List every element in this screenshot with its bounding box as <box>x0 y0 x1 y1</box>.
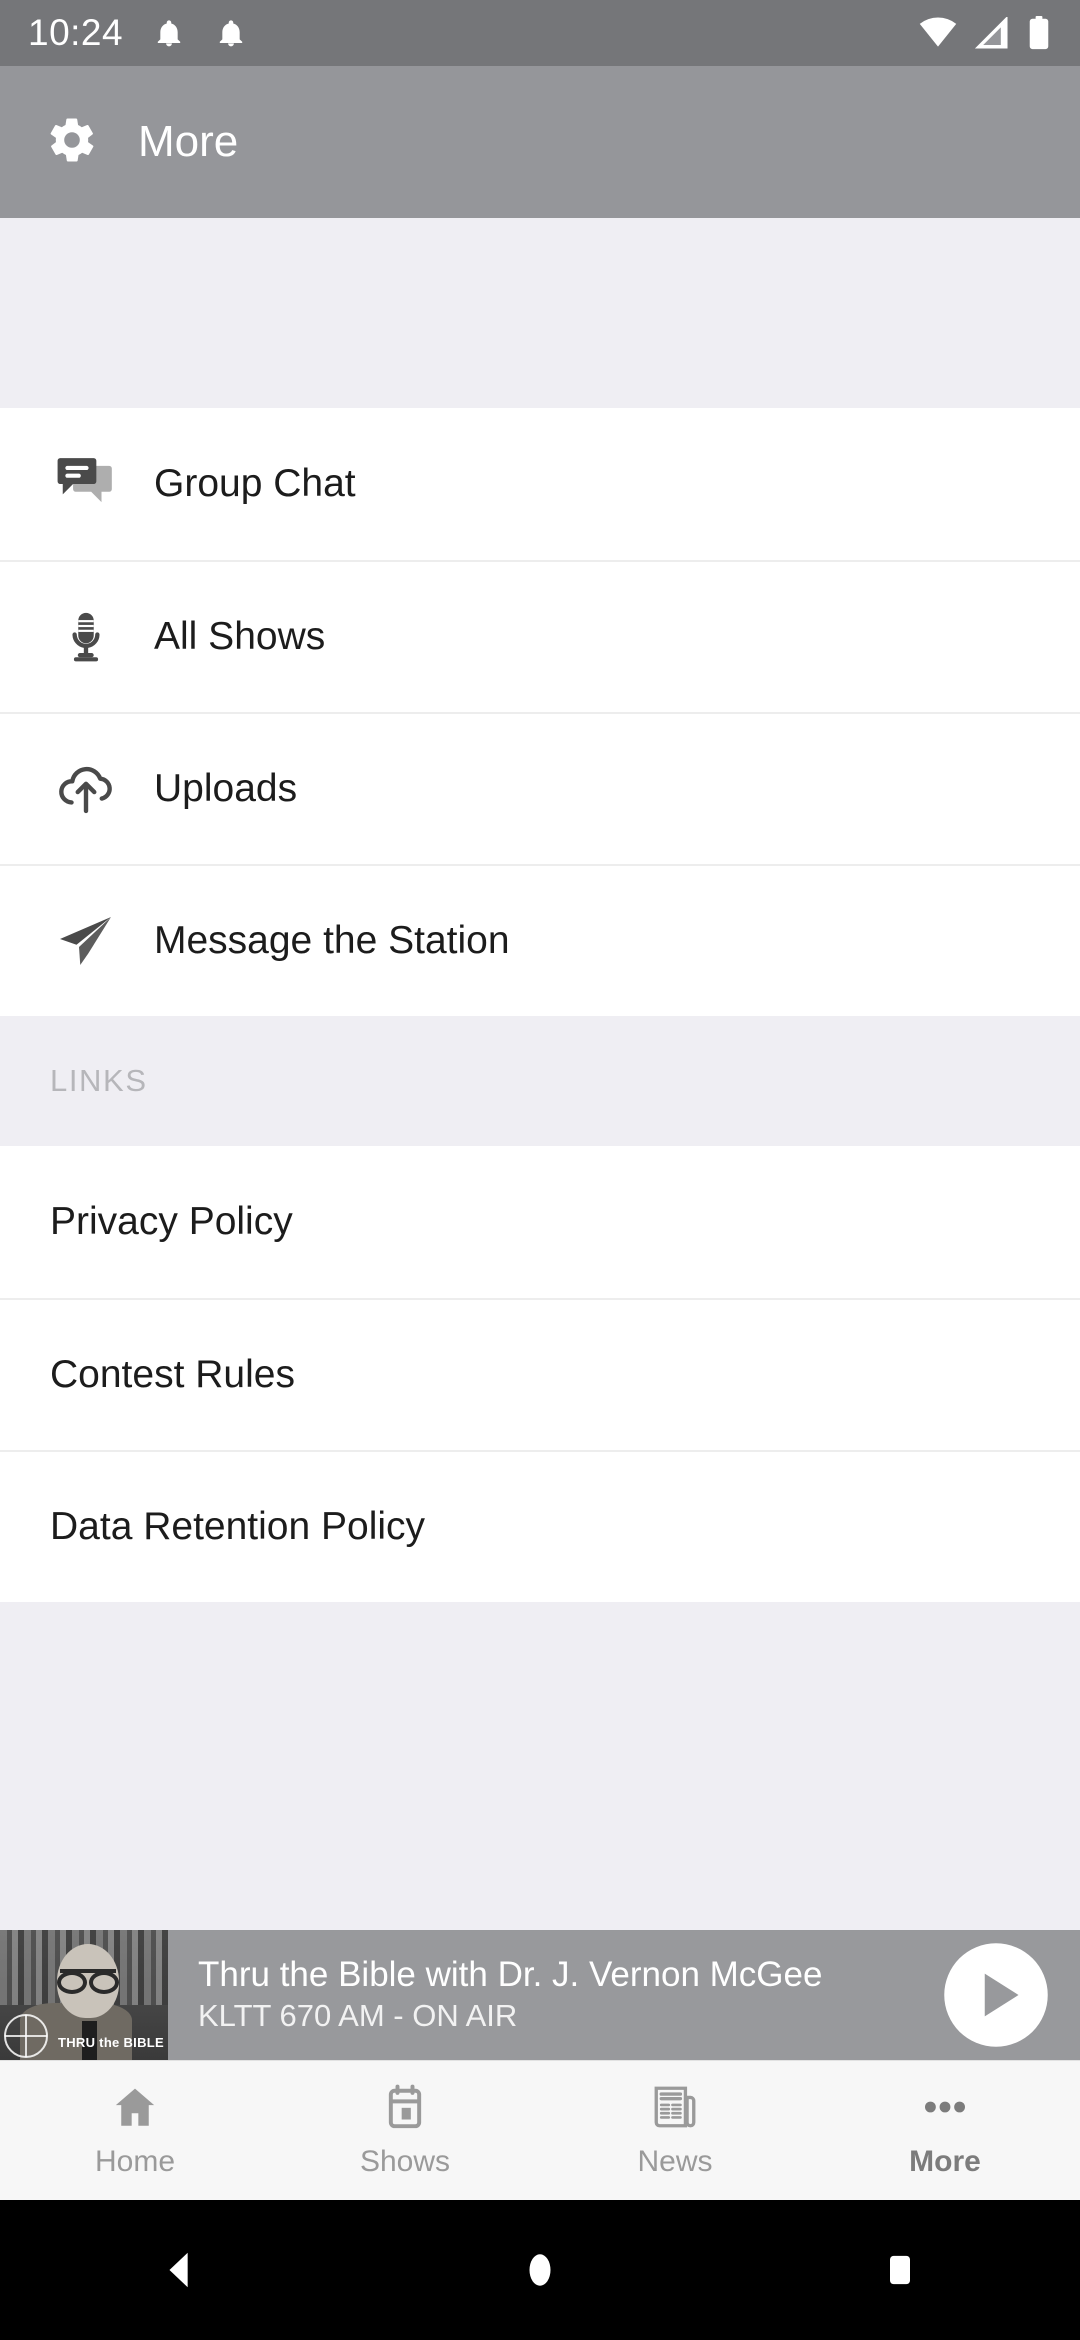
notification-bell-icon <box>153 17 185 49</box>
cellular-signal-icon <box>974 17 1010 49</box>
menu-item-message-the-station[interactable]: Message the Station <box>0 864 1080 1016</box>
link-item-label: Contest Rules <box>50 1353 295 1396</box>
status-bar-clock: 10:24 <box>28 12 124 53</box>
status-bar-system-icons <box>918 16 1052 50</box>
links-section-header-label: LINKS <box>50 1063 148 1098</box>
newspaper-icon <box>650 2082 700 2137</box>
menu-list: Group Chat All Shows Uploads Message the… <box>0 408 1080 1016</box>
bottom-navigation: Home Shows News More <box>0 2060 1080 2200</box>
now-playing-bar[interactable]: THRU the BIBLE Thru the Bible with Dr. J… <box>0 1930 1080 2060</box>
microphone-icon <box>50 608 122 666</box>
menu-item-uploads[interactable]: Uploads <box>0 712 1080 864</box>
status-bar-notification-icons <box>153 17 247 49</box>
page-title: More <box>138 117 239 166</box>
battery-icon <box>1026 16 1052 50</box>
menu-item-label: Group Chat <box>154 462 356 505</box>
app-bar: More <box>0 66 1080 218</box>
gear-icon[interactable] <box>46 114 98 171</box>
menu-item-group-chat[interactable]: Group Chat <box>0 408 1080 560</box>
cloud-upload-icon <box>50 758 122 820</box>
app-screen: 10:24 More Group Chat All Shows Uploads … <box>0 0 1080 2340</box>
play-button[interactable] <box>938 1937 1054 2053</box>
now-playing-subtitle: KLTT 670 AM - ON AIR <box>198 1998 518 2034</box>
nav-tab-news[interactable]: News <box>540 2061 810 2200</box>
status-bar: 10:24 <box>0 0 1080 66</box>
back-triangle-icon[interactable] <box>120 2247 240 2293</box>
nav-tab-label: Home <box>94 2145 176 2178</box>
nav-tab-label: Shows <box>359 2145 451 2178</box>
menu-item-label: Message the Station <box>154 919 510 962</box>
now-playing-artwork: THRU the BIBLE <box>0 1930 168 2060</box>
bottom-spacer <box>0 1602 1080 1930</box>
link-item-label: Privacy Policy <box>50 1200 293 1243</box>
now-playing-title: Thru the Bible with Dr. J. Vernon McGee <box>198 1954 823 1994</box>
ellipsis-icon <box>920 2082 970 2137</box>
links-list: Privacy Policy Contest Rules Data Retent… <box>0 1146 1080 1602</box>
link-item-data-retention-policy[interactable]: Data Retention Policy <box>0 1450 1080 1602</box>
calendar-icon <box>380 2082 430 2137</box>
nav-tab-label: More <box>909 2145 981 2178</box>
wifi-icon <box>918 17 958 49</box>
paper-plane-icon <box>50 911 122 971</box>
globe-logo-icon <box>4 2014 48 2058</box>
recents-square-icon[interactable] <box>840 2247 960 2293</box>
menu-item-all-shows[interactable]: All Shows <box>0 560 1080 712</box>
home-circle-icon[interactable] <box>480 2247 600 2293</box>
chat-bubbles-icon <box>50 453 122 515</box>
link-item-contest-rules[interactable]: Contest Rules <box>0 1298 1080 1450</box>
links-section-header: LINKS <box>0 1016 1080 1146</box>
artwork-logo-text: THRU the BIBLE <box>57 2035 164 2050</box>
now-playing-meta: Thru the Bible with Dr. J. Vernon McGee … <box>168 1954 938 2036</box>
nav-tab-more[interactable]: More <box>810 2061 1080 2200</box>
system-navigation-bar <box>0 2200 1080 2340</box>
nav-tab-label: News <box>637 2145 713 2178</box>
nav-tab-shows[interactable]: Shows <box>270 2061 540 2200</box>
notification-bell-icon <box>215 17 247 49</box>
menu-item-label: Uploads <box>154 767 298 810</box>
link-item-privacy-policy[interactable]: Privacy Policy <box>0 1146 1080 1298</box>
menu-item-label: All Shows <box>154 615 326 658</box>
main-content: Group Chat All Shows Uploads Message the… <box>0 218 1080 1930</box>
nav-tab-home[interactable]: Home <box>0 2061 270 2200</box>
top-spacer <box>0 218 1080 408</box>
home-icon <box>110 2082 160 2137</box>
link-item-label: Data Retention Policy <box>50 1505 426 1548</box>
